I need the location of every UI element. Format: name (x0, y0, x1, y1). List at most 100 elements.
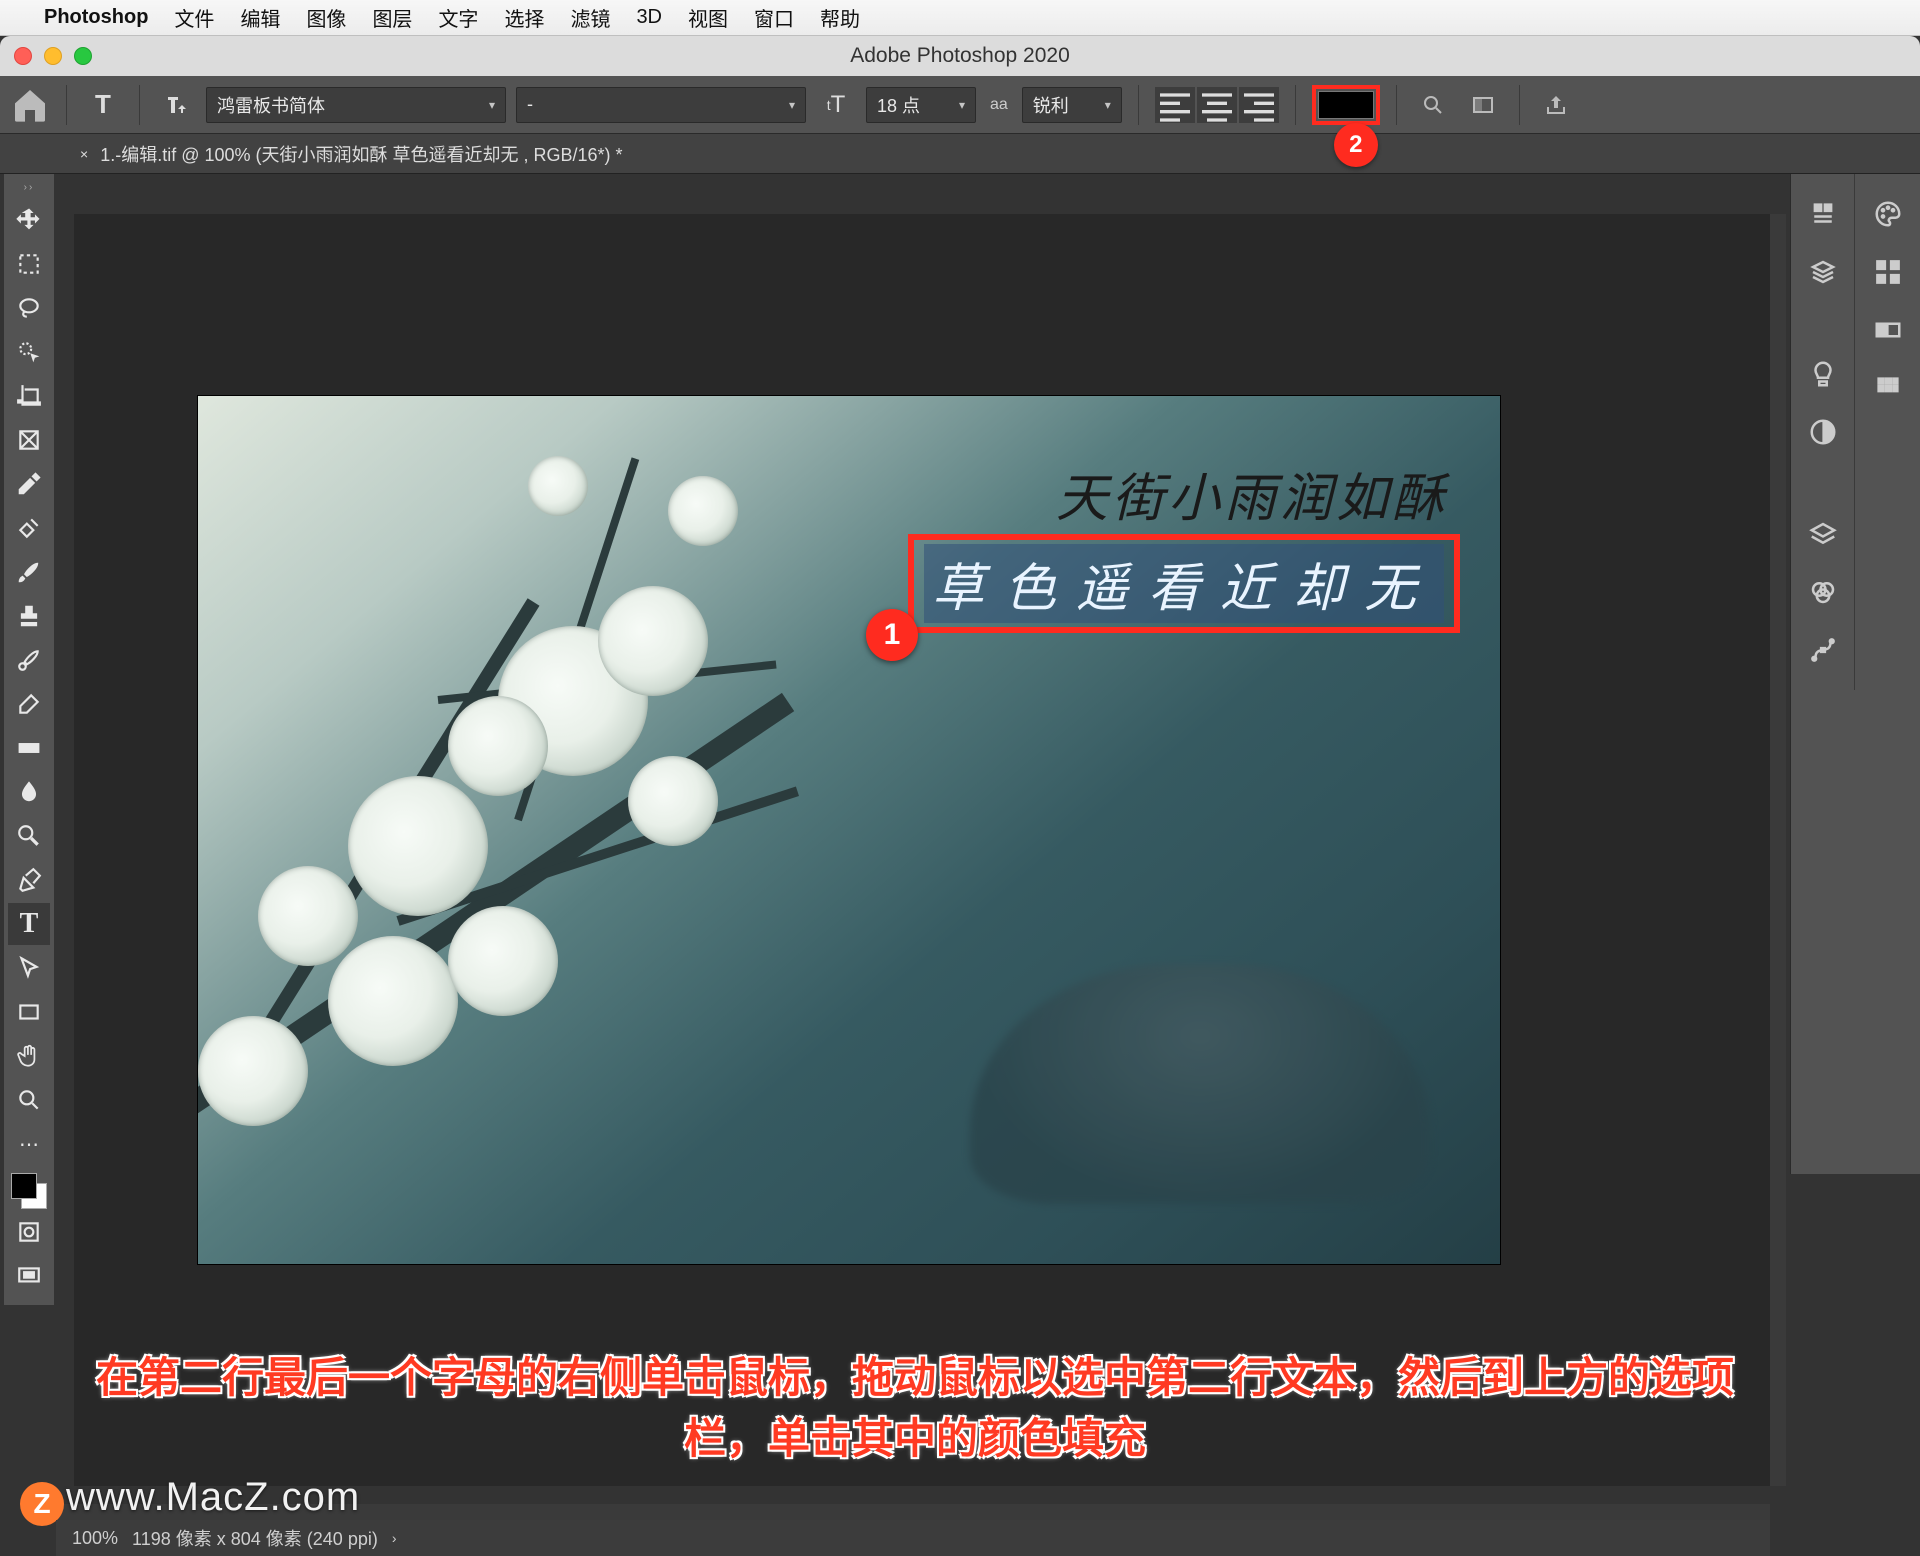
history-panel-icon[interactable] (1803, 194, 1843, 234)
pen-tool[interactable] (8, 859, 50, 901)
menu-view[interactable]: 视图 (688, 3, 728, 32)
chevron-down-icon: ▾ (959, 98, 965, 112)
path-select-tool[interactable] (8, 947, 50, 989)
separator (1396, 85, 1397, 125)
menu-filter[interactable]: 滤镜 (570, 3, 610, 32)
dodge-tool[interactable] (8, 815, 50, 857)
menu-3d[interactable]: 3D (636, 6, 662, 29)
annotation-marker-2: 2 (1334, 123, 1378, 167)
quick-select-tool[interactable] (8, 331, 50, 373)
align-left-button[interactable] (1155, 87, 1195, 123)
paths-panel-icon[interactable] (1803, 630, 1843, 670)
edit-toolbar-button[interactable]: ⋯ (8, 1123, 50, 1165)
panel-column-a (1791, 174, 1855, 690)
text-orientation-button[interactable] (156, 87, 196, 123)
search-icon[interactable] (1413, 87, 1453, 123)
history-brush-tool[interactable] (8, 639, 50, 681)
align-right-button[interactable] (1239, 87, 1279, 123)
marquee-tool[interactable] (8, 243, 50, 285)
window-titlebar: Adobe Photoshop 2020 (0, 36, 1920, 76)
text-color-swatch[interactable] (1318, 91, 1374, 119)
status-dimensions: 1198 像素 x 804 像素 (240 ppi) (132, 1525, 378, 1551)
instruction-overlay: 在第二行最后一个字母的右侧单击鼠标，拖动鼠标以选中第二行文本，然后到上方的选项 … (60, 1348, 1770, 1470)
patterns-panel-icon[interactable] (1868, 368, 1908, 408)
gradient-tool[interactable] (8, 727, 50, 769)
menu-select[interactable]: 选择 (504, 3, 544, 32)
move-tool[interactable] (8, 199, 50, 241)
channels-panel-icon[interactable] (1803, 572, 1843, 612)
eyedropper-tool[interactable] (8, 463, 50, 505)
home-button[interactable] (10, 85, 50, 125)
swatches-panel-icon[interactable] (1868, 252, 1908, 292)
minimize-window-button[interactable] (44, 47, 62, 65)
libraries-panel-icon[interactable] (1803, 252, 1843, 292)
photo-flower (198, 1016, 308, 1126)
align-center-button[interactable] (1197, 87, 1237, 123)
status-zoom[interactable]: 100% (72, 1528, 118, 1549)
share-icon[interactable] (1536, 87, 1576, 123)
antialias-select[interactable]: 锐利 ▾ (1022, 87, 1122, 123)
status-bar: 100% 1198 像素 x 804 像素 (240 ppi) › (56, 1520, 1770, 1556)
canvas-viewport[interactable]: 天街小雨润如酥 草色遥看近却无 1 (74, 214, 1770, 1486)
crop-tool[interactable] (8, 375, 50, 417)
photo-flower (258, 866, 358, 966)
layers-panel-icon[interactable] (1803, 514, 1843, 554)
traffic-lights (14, 47, 92, 65)
zoom-window-button[interactable] (74, 47, 92, 65)
panel-layout-button[interactable] (1463, 87, 1503, 123)
canvas[interactable]: 天街小雨润如酥 草色遥看近却无 1 (198, 396, 1500, 1264)
rectangle-tool[interactable] (8, 991, 50, 1033)
annotation-marker-1: 1 (866, 609, 918, 661)
adjustments-panel-icon[interactable] (1803, 412, 1843, 452)
foreground-color-chip[interactable] (11, 1173, 37, 1199)
photo-flower (348, 776, 488, 916)
photo-flower (598, 586, 708, 696)
color-panel-icon[interactable] (1868, 194, 1908, 234)
hand-tool[interactable] (8, 1035, 50, 1077)
app-name[interactable]: Photoshop (44, 6, 148, 29)
blur-tool[interactable] (8, 771, 50, 813)
document-tab[interactable]: × 1.-编辑.tif @ 100% (天街小雨润如酥 草色遥看近却无 , RG… (80, 141, 623, 167)
photo-flower (448, 906, 558, 1016)
menu-file[interactable]: 文件 (174, 3, 214, 32)
healing-tool[interactable] (8, 507, 50, 549)
font-size-select[interactable]: 18 点 ▾ (866, 87, 976, 123)
font-family-select[interactable]: 鸿雷板书简体 ▾ (206, 87, 506, 123)
type-tool-indicator: T (83, 87, 123, 123)
text-align-group (1155, 87, 1279, 123)
close-tab-icon[interactable]: × (80, 146, 88, 162)
menu-window[interactable]: 窗口 (754, 3, 794, 32)
menu-edit[interactable]: 编辑 (240, 3, 280, 32)
brush-tool[interactable] (8, 551, 50, 593)
type-tool[interactable]: T (8, 903, 50, 945)
menu-image[interactable]: 图像 (306, 3, 346, 32)
font-style-select[interactable]: - ▾ (516, 87, 806, 123)
chevron-down-icon: ▾ (1105, 98, 1111, 112)
text-color-highlight: 2 (1312, 85, 1380, 125)
separator (1138, 85, 1139, 125)
tools-panel: ›› T ⋯ (4, 174, 54, 1305)
screen-mode-button[interactable] (8, 1255, 50, 1297)
menu-help[interactable]: 帮助 (820, 3, 860, 32)
panel-column-b (1856, 174, 1920, 428)
frame-tool[interactable] (8, 419, 50, 461)
vertical-scrollbar[interactable] (1770, 214, 1786, 1486)
menu-layer[interactable]: 图层 (372, 3, 412, 32)
learn-panel-icon[interactable] (1803, 354, 1843, 394)
document-tabbar: × 1.-编辑.tif @ 100% (天街小雨润如酥 草色遥看近却无 , RG… (0, 134, 1920, 174)
text-line-2[interactable]: 草色遥看近却无 (924, 544, 1444, 623)
color-chips[interactable] (11, 1173, 47, 1209)
quick-mask-button[interactable] (8, 1211, 50, 1253)
status-chevron-icon[interactable]: › (392, 1530, 397, 1546)
text-line-1[interactable]: 天街小雨润如酥 (1056, 456, 1448, 531)
font-family-value: 鸿雷板书简体 (217, 92, 325, 118)
stamp-tool[interactable] (8, 595, 50, 637)
menu-type[interactable]: 文字 (438, 3, 478, 32)
gradients-panel-icon[interactable] (1868, 310, 1908, 350)
panel-grip[interactable]: ›› (24, 182, 35, 193)
lasso-tool[interactable] (8, 287, 50, 329)
eraser-tool[interactable] (8, 683, 50, 725)
close-window-button[interactable] (14, 47, 32, 65)
zoom-tool[interactable] (8, 1079, 50, 1121)
photo-boat (970, 964, 1430, 1204)
